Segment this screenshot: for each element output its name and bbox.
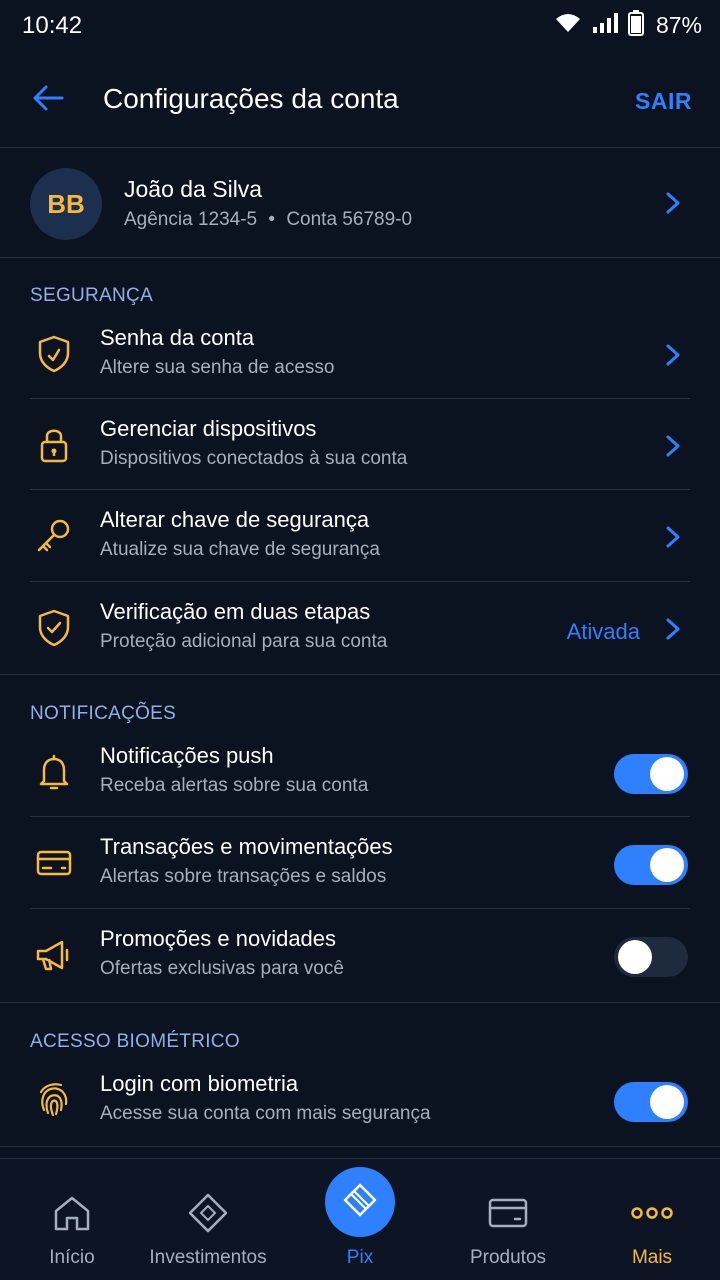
chevron-right-icon [666, 192, 680, 214]
chevron-right-icon [666, 526, 680, 548]
signal-icon [592, 12, 618, 39]
status-bar: 10:42 87% [0, 0, 720, 50]
divider [30, 581, 690, 582]
chevron-right-icon [666, 344, 680, 366]
row-title: Senha da conta [100, 325, 255, 350]
lock-icon [34, 425, 74, 465]
promotions-notifications-toggle[interactable] [614, 937, 688, 977]
row-subtitle: Proteção adicional para sua conta [100, 631, 388, 652]
notification-item-transactions: Transações e movimentações Alertas sobre… [0, 819, 720, 909]
chevron-right-icon [666, 618, 680, 640]
section-label-notifications: NOTIFICAÇÕES [30, 703, 177, 724]
bell-icon [34, 752, 74, 792]
row-subtitle: Atualize sua chave de segurança [100, 539, 380, 560]
toggle-knob [650, 757, 684, 791]
more-icon [630, 1191, 674, 1235]
push-notifications-toggle[interactable] [614, 754, 688, 794]
row-title: Notificações push [100, 743, 274, 768]
chevron-right-icon [666, 435, 680, 457]
notification-item-promotions: Promoções e novidades Ofertas exclusivas… [0, 911, 720, 1001]
row-title: Verificação em duas etapas [100, 599, 371, 624]
security-item-security-key[interactable]: Alterar chave de segurança Atualize sua … [0, 492, 720, 582]
profile-account: Conta 56789-0 [286, 209, 413, 230]
nav-label: Produtos [469, 1247, 547, 1268]
profile-account-info: Agência 1234-5 • Conta 56789-0 [124, 209, 412, 231]
logout-button[interactable]: SAIR [635, 88, 692, 115]
pix-icon [343, 1183, 377, 1222]
battery-icon [627, 10, 644, 41]
key-icon [34, 516, 74, 556]
nav-item-more[interactable]: Mais [580, 1159, 720, 1280]
row-subtitle: Altere sua senha de acesso [100, 357, 335, 378]
battery-percentage: 87% [655, 12, 702, 38]
bottom-navigation: Início Investimentos Pix Produtos Mais [0, 1158, 720, 1280]
divider [30, 908, 690, 909]
nav-item-pix[interactable]: Pix [288, 1159, 432, 1280]
section-divider [0, 1002, 720, 1003]
row-subtitle: Acesse sua conta com mais segurança [100, 1103, 431, 1124]
row-subtitle: Receba alertas sobre sua conta [100, 775, 369, 796]
divider [30, 489, 690, 490]
biometric-login-toggle[interactable] [614, 1082, 688, 1122]
divider [30, 816, 690, 817]
nav-label: Início [49, 1247, 95, 1268]
status-time: 10:42 [22, 12, 83, 39]
biometric-item-login: Login com biometria Acesse sua conta com… [0, 1056, 720, 1146]
card-icon [486, 1191, 530, 1235]
security-item-two-factor[interactable]: Verificação em duas etapas Proteção adic… [0, 584, 720, 674]
transactions-notifications-toggle[interactable] [614, 845, 688, 885]
nav-item-home[interactable]: Início [0, 1159, 144, 1280]
row-subtitle: Dispositivos conectados à sua conta [100, 448, 408, 469]
diamond-icon [186, 1191, 230, 1235]
home-icon [50, 1191, 94, 1235]
security-item-devices[interactable]: Gerenciar dispositivos Dispositivos cone… [0, 401, 720, 491]
row-title: Promoções e novidades [100, 926, 337, 951]
toggle-knob [618, 940, 652, 974]
divider [30, 398, 690, 399]
profile-agency: Agência 1234-5 [124, 209, 258, 230]
fingerprint-icon [34, 1080, 74, 1120]
arrow-left-icon [32, 84, 64, 117]
row-title: Gerenciar dispositivos [100, 416, 317, 441]
two-factor-status: Ativada [566, 619, 640, 644]
row-title: Login com biometria [100, 1071, 299, 1096]
page-title: Configurações da conta [103, 83, 399, 114]
avatar: BB [30, 168, 102, 240]
nav-item-investments[interactable]: Investimentos [136, 1159, 280, 1280]
row-title: Alterar chave de segurança [100, 507, 370, 532]
nav-label: Mais [631, 1247, 673, 1268]
megaphone-icon [34, 935, 74, 975]
nav-item-products[interactable]: Produtos [436, 1159, 580, 1280]
toggle-knob [650, 848, 684, 882]
credit-card-icon [34, 843, 74, 883]
security-item-password[interactable]: Senha da conta Altere sua senha de acess… [0, 310, 720, 400]
section-divider [0, 674, 720, 675]
row-subtitle: Ofertas exclusivas para você [100, 958, 344, 979]
back-button[interactable] [28, 80, 68, 120]
notification-item-push: Notificações push Receba alertas sobre s… [0, 728, 720, 818]
row-title: Transações e movimentações [100, 834, 393, 859]
section-divider [0, 1146, 720, 1147]
nav-label: Pix [346, 1247, 374, 1268]
status-icons: 87% [554, 10, 702, 41]
app-header: Configurações da conta SAIR [0, 50, 720, 148]
pix-button [325, 1167, 395, 1237]
section-label-security: SEGURANÇA [30, 285, 154, 306]
nav-label: Investimentos [149, 1247, 267, 1268]
profile-name: João da Silva [124, 176, 263, 202]
toggle-knob [650, 1085, 684, 1119]
profile-card[interactable]: BB João da Silva Agência 1234-5 • Conta … [0, 148, 720, 258]
row-subtitle: Alertas sobre transações e saldos [100, 866, 387, 887]
wifi-icon [554, 12, 582, 39]
shield-icon [34, 334, 74, 374]
section-label-biometric: ACESSO BIOMÉTRICO [30, 1031, 240, 1052]
settings-screen: 10:42 87% Configurações da conta SAIR BB… [0, 0, 720, 1280]
shield-check-icon [34, 608, 74, 648]
profile-separator: • [268, 209, 276, 230]
